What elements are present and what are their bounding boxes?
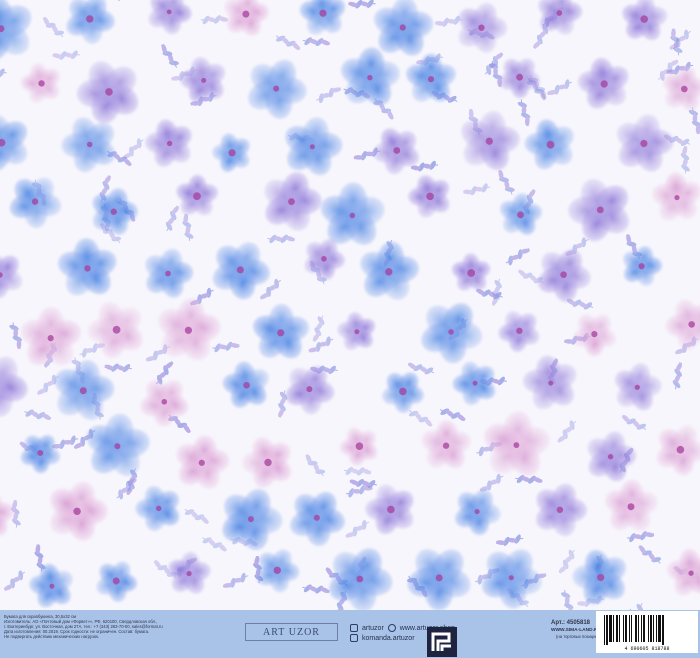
barcode-bar (625, 615, 627, 642)
barcode-bar (606, 615, 608, 645)
barcode-bar (604, 615, 605, 645)
barcode-bar (631, 615, 632, 642)
mail-icon (350, 634, 358, 642)
barcode-bar (653, 615, 654, 642)
barcode-bars (604, 615, 664, 645)
scrapbook-paper: Бумага для скрапбукинга, 30,5х32 см Изго… (0, 0, 700, 658)
barcode-bar (662, 615, 664, 645)
barcode-bar (619, 615, 620, 642)
instagram-handle: artuzor (362, 624, 384, 632)
product-footer: Бумага для скрапбукинга, 30,5х32 см Изго… (0, 610, 700, 658)
barcode-bar (643, 615, 645, 642)
barcode: 4 690605 818788 (596, 611, 698, 653)
floral-pattern (0, 0, 700, 610)
seller-note: (на торговых позициях) (556, 634, 602, 639)
barcode-bar (656, 615, 657, 642)
company-logo-icon (427, 627, 457, 657)
article-number: Арт.: 4505818 (551, 620, 591, 626)
product-info: Бумага для скрапбукинга, 30,5х32 см Изго… (4, 614, 234, 639)
instagram-icon (350, 624, 358, 632)
barcode-bar (609, 615, 612, 642)
web-icon (387, 624, 396, 632)
barcode-bar (648, 615, 649, 642)
barcode-bar (616, 615, 618, 642)
barcode-bar (629, 615, 630, 642)
brand-logo: ART UZOR (245, 623, 338, 641)
barcode-bar (641, 615, 642, 642)
barcode-bar (638, 615, 639, 642)
barcode-number: 4 690605 818788 (624, 646, 670, 652)
barcode-bar (658, 615, 661, 642)
mail-handle: komanda.artuzor (362, 634, 415, 642)
barcode-bar (623, 615, 624, 642)
seller-site: WWW.SIMA-LAND.RU (551, 628, 601, 633)
barcode-bar (613, 615, 614, 642)
product-info-line: Не подвергать действию механических нагр… (4, 634, 100, 640)
barcode-bar (635, 615, 637, 642)
barcode-bar (650, 615, 652, 642)
